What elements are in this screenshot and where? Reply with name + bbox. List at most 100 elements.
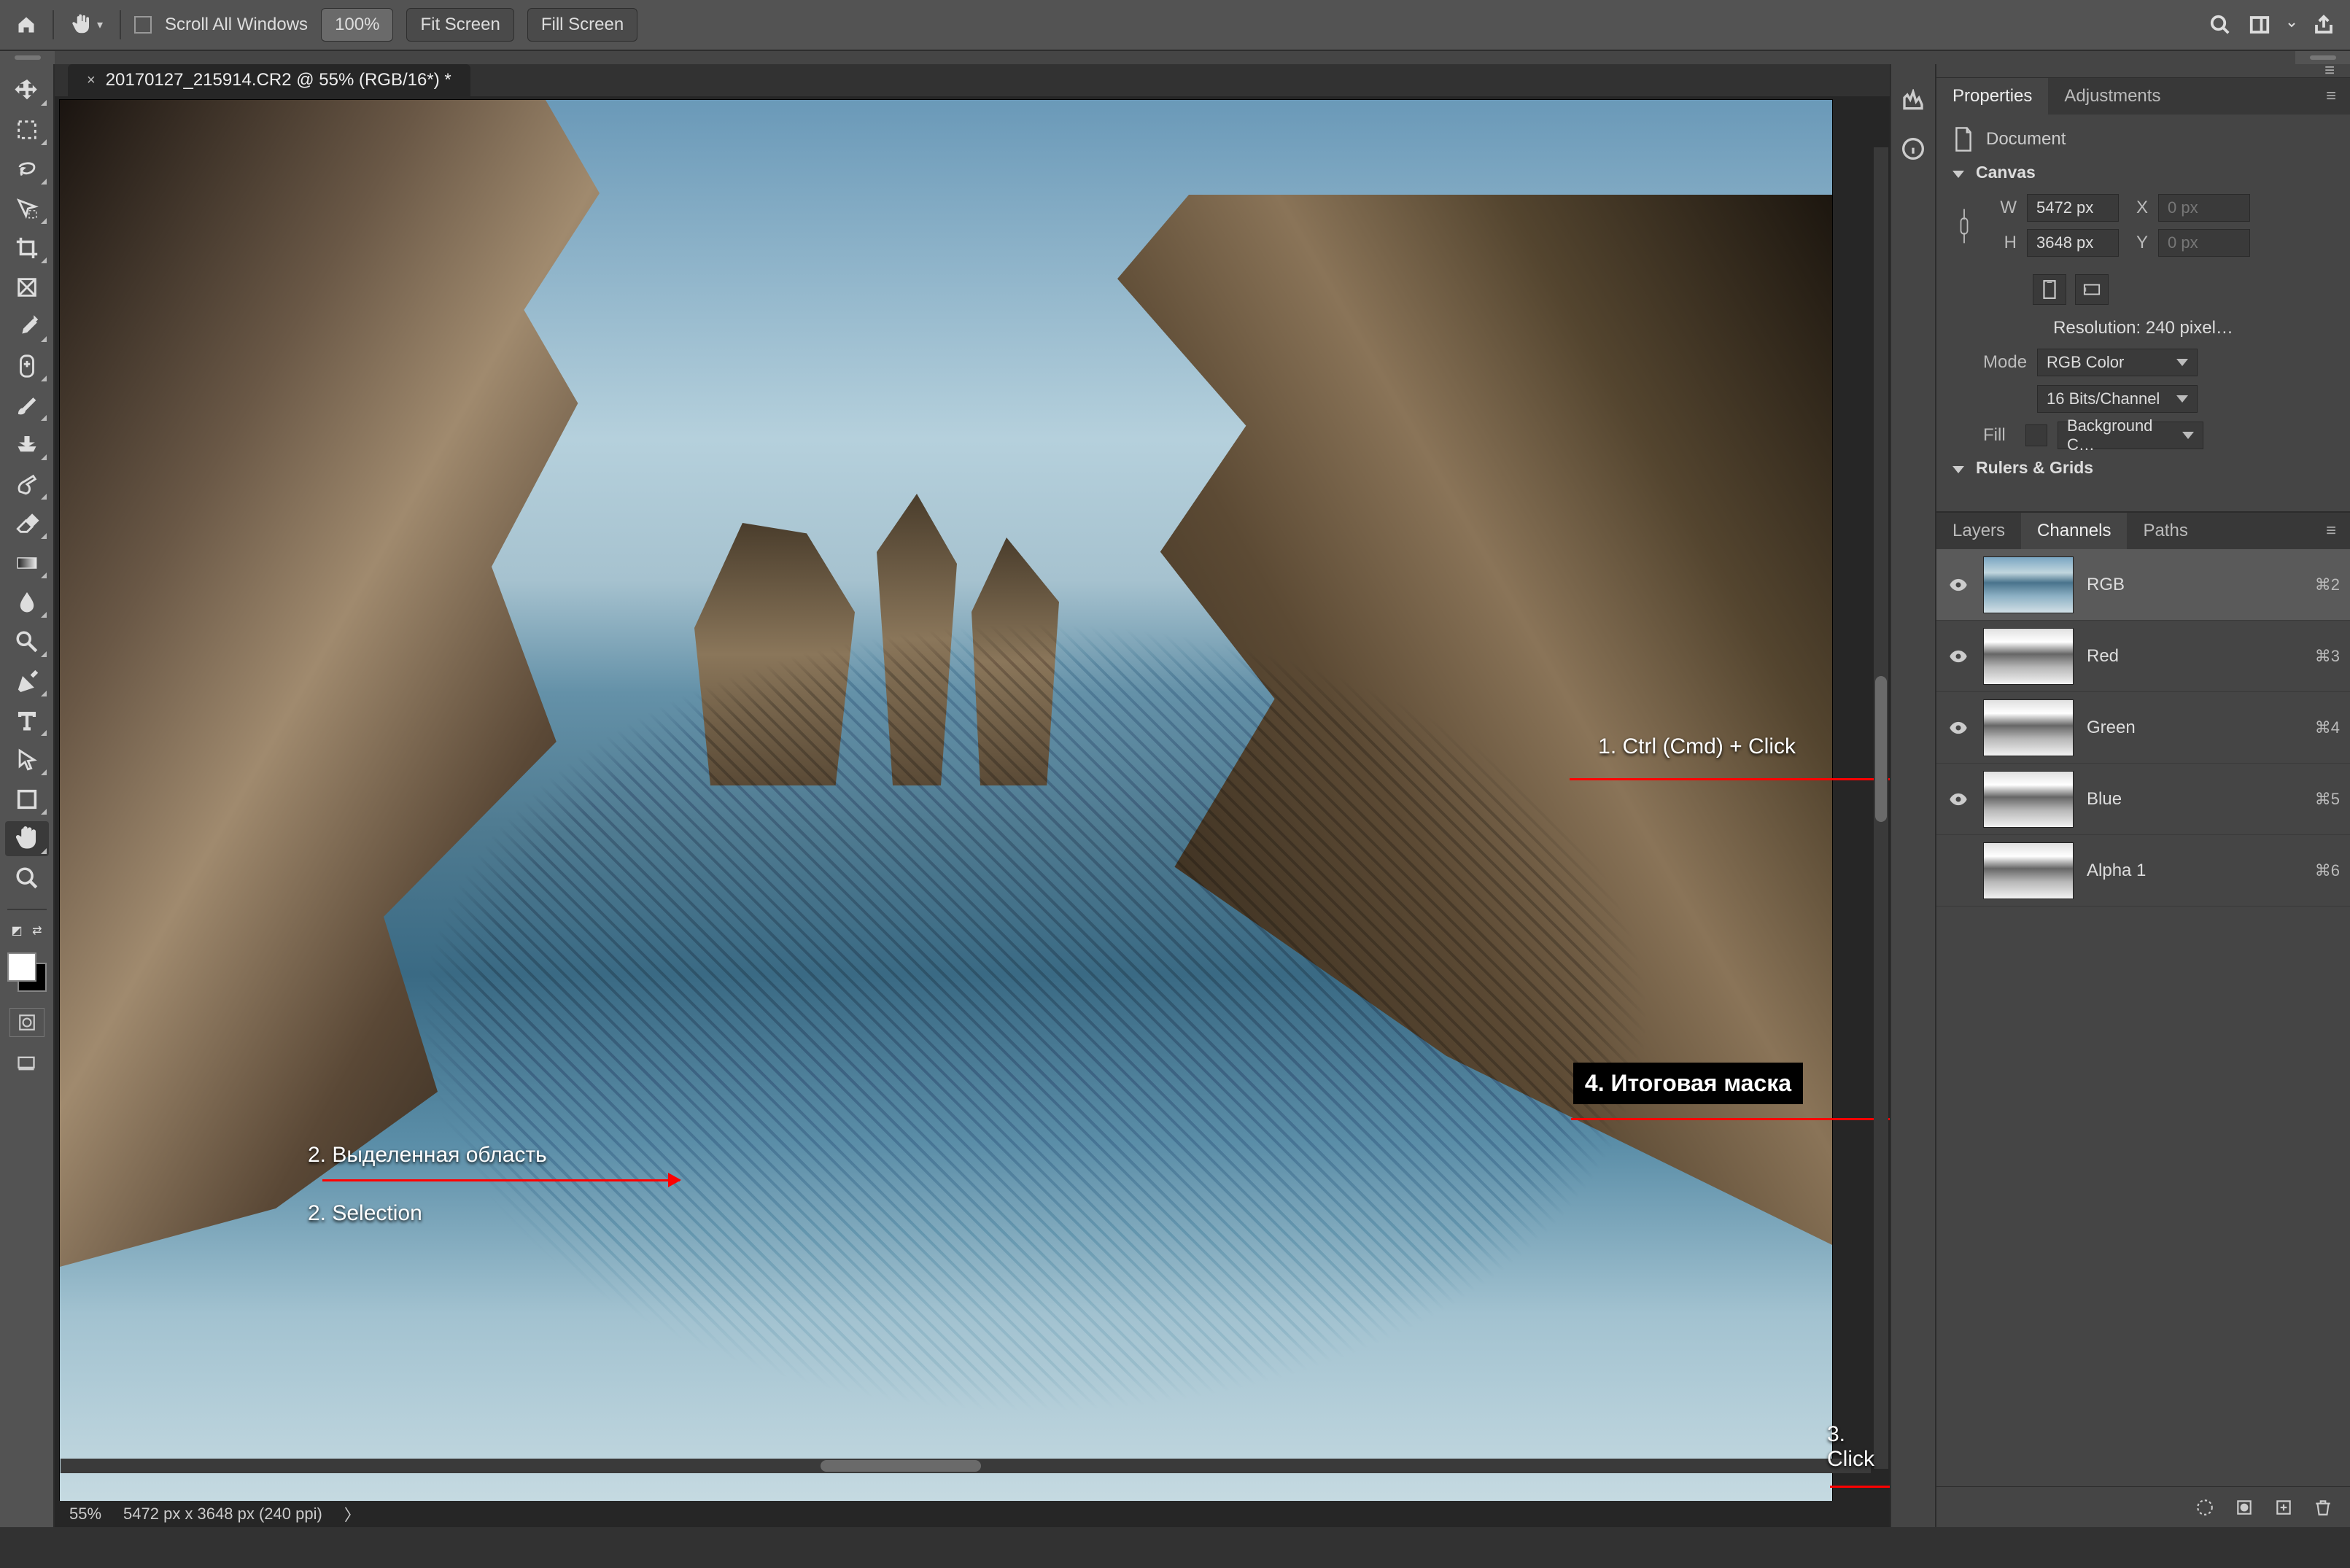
- path-select-tool[interactable]: [5, 742, 49, 777]
- hand-tool[interactable]: [5, 821, 49, 856]
- quick-select-tool[interactable]: [5, 191, 49, 226]
- visibility-toggle[interactable]: [1947, 573, 1970, 597]
- load-selection-icon[interactable]: [2194, 1497, 2216, 1518]
- hand-tool-icon[interactable]: ▾: [67, 12, 106, 38]
- quickmask-toggle[interactable]: [9, 1008, 44, 1037]
- annotation-2-arrow: [322, 1179, 680, 1181]
- panel-menu-icon[interactable]: ≡: [2314, 86, 2350, 106]
- shape-tool[interactable]: [5, 782, 49, 817]
- collapsed-panel-strip: [1890, 64, 1936, 1527]
- canvas-section-header[interactable]: Canvas: [1952, 163, 2334, 182]
- resolution-label[interactable]: Resolution: 240 pixel…: [1952, 318, 2334, 338]
- tools-handle[interactable]: [0, 51, 55, 64]
- home-icon[interactable]: [13, 12, 39, 38]
- type-tool[interactable]: [5, 703, 49, 738]
- channel-name: Alpha 1: [2087, 861, 2302, 881]
- fill-select[interactable]: Background C…: [2058, 422, 2203, 449]
- channel-shortcut: ⌘3: [2315, 647, 2340, 666]
- tab-properties[interactable]: Properties: [1936, 78, 2048, 115]
- info-panel-icon[interactable]: [1899, 134, 1928, 163]
- workspace-icon[interactable]: [2246, 12, 2273, 38]
- frame-tool[interactable]: [5, 270, 49, 305]
- annotation-3-arrow: [1830, 1486, 1890, 1488]
- channel-row-green[interactable]: Green⌘4: [1936, 692, 2350, 764]
- panel-menu-icon[interactable]: ≡: [2314, 521, 2350, 541]
- fill-screen-button[interactable]: Fill Screen: [527, 8, 637, 42]
- channel-shortcut: ⌘2: [2315, 575, 2340, 594]
- delete-channel-icon[interactable]: [2312, 1497, 2334, 1518]
- eraser-tool[interactable]: [5, 506, 49, 541]
- bit-depth-select[interactable]: 16 Bits/Channel: [2037, 385, 2198, 413]
- crop-tool[interactable]: [5, 230, 49, 265]
- swap-colors-icon[interactable]: ⇄: [32, 923, 42, 938]
- tab-paths[interactable]: Paths: [2127, 513, 2203, 549]
- eyedropper-tool[interactable]: [5, 309, 49, 344]
- zoom-100-button[interactable]: 100%: [321, 8, 393, 42]
- visibility-toggle[interactable]: [1947, 716, 1970, 740]
- healing-brush-tool[interactable]: [5, 349, 49, 384]
- status-dims[interactable]: 5472 px x 3648 px (240 ppi): [123, 1505, 322, 1524]
- search-icon[interactable]: [2207, 12, 2233, 38]
- tab-channels[interactable]: Channels: [2021, 513, 2127, 549]
- fill-swatch[interactable]: [2025, 424, 2047, 446]
- selection-ants: [60, 100, 1832, 1501]
- canvas-image[interactable]: 1. Ctrl (Cmd) + Click 2. Выделенная обла…: [59, 99, 1833, 1501]
- channel-row-red[interactable]: Red⌘3: [1936, 621, 2350, 692]
- document-icon: [1952, 126, 1974, 152]
- visibility-toggle[interactable]: [1947, 859, 1970, 882]
- move-tool[interactable]: [5, 73, 49, 108]
- screenmode-toggle[interactable]: [9, 1049, 44, 1078]
- status-bar: 55% 5472 px x 3648 px (240 ppi) 〉: [55, 1501, 1890, 1527]
- new-channel-icon[interactable]: [2273, 1497, 2295, 1518]
- canvas-area[interactable]: 1. Ctrl (Cmd) + Click 2. Выделенная обла…: [55, 96, 1890, 1501]
- save-selection-icon[interactable]: [2233, 1497, 2255, 1518]
- annotation-4-arrow: [1571, 1118, 1890, 1120]
- horizontal-scrollbar[interactable]: [61, 1459, 1871, 1473]
- visibility-toggle[interactable]: [1947, 645, 1970, 668]
- channel-row-blue[interactable]: Blue⌘5: [1936, 764, 2350, 835]
- lasso-tool[interactable]: [5, 152, 49, 187]
- rulers-section-header[interactable]: Rulers & Grids: [1952, 458, 2334, 478]
- width-input[interactable]: 5472 px: [2027, 194, 2119, 222]
- document-tab[interactable]: × 20170127_215914.CR2 @ 55% (RGB/16*) *: [68, 64, 470, 96]
- channel-thumbnail: [1983, 556, 2074, 613]
- channel-name: RGB: [2087, 575, 2302, 595]
- chevron-down-icon[interactable]: [2286, 12, 2297, 38]
- tab-layers[interactable]: Layers: [1936, 513, 2021, 549]
- tools-panel: ◩ ⇄: [0, 64, 55, 1527]
- pen-tool[interactable]: [5, 664, 49, 699]
- fit-screen-button[interactable]: Fit Screen: [406, 8, 513, 42]
- panels-handle[interactable]: [2295, 51, 2350, 64]
- history-brush-tool[interactable]: [5, 467, 49, 502]
- color-mode-select[interactable]: RGB Color: [2037, 349, 2198, 376]
- link-dimensions-icon[interactable]: [1952, 194, 1976, 258]
- channel-row-rgb[interactable]: RGB ⌘2: [1936, 549, 2350, 621]
- zoom-tool[interactable]: [5, 861, 49, 896]
- annotation-2-ru-label: 2. Выделенная область: [308, 1143, 547, 1168]
- default-colors-icon[interactable]: ◩: [12, 923, 23, 938]
- annotation-4-label: 4. Итоговая маска: [1573, 1063, 1803, 1104]
- clone-stamp-tool[interactable]: [5, 427, 49, 462]
- marquee-tool[interactable]: [5, 112, 49, 147]
- color-swatch[interactable]: [7, 952, 47, 992]
- channel-row-alpha-1[interactable]: Alpha 1⌘6: [1936, 835, 2350, 907]
- orient-portrait-button[interactable]: [2033, 274, 2066, 305]
- orient-landscape-button[interactable]: [2075, 274, 2109, 305]
- share-icon[interactable]: [2311, 12, 2337, 38]
- close-tab-icon[interactable]: ×: [87, 72, 96, 89]
- dodge-tool[interactable]: [5, 624, 49, 659]
- annotation-3-label: 3. Click: [1827, 1422, 1890, 1472]
- scroll-all-checkbox[interactable]: [134, 16, 152, 34]
- tab-adjustments[interactable]: Adjustments: [2048, 78, 2176, 115]
- brush-tool[interactable]: [5, 388, 49, 423]
- visibility-toggle[interactable]: [1947, 788, 1970, 811]
- gradient-tool[interactable]: [5, 546, 49, 581]
- status-chevron-icon[interactable]: 〉: [344, 1502, 360, 1526]
- separator: [53, 10, 54, 39]
- document-label: Document: [1986, 129, 2066, 150]
- height-input[interactable]: 3648 px: [2027, 229, 2119, 257]
- vertical-scrollbar[interactable]: [1874, 147, 1888, 1469]
- status-zoom[interactable]: 55%: [69, 1505, 101, 1524]
- blur-tool[interactable]: [5, 585, 49, 620]
- histogram-panel-icon[interactable]: [1899, 86, 1928, 115]
